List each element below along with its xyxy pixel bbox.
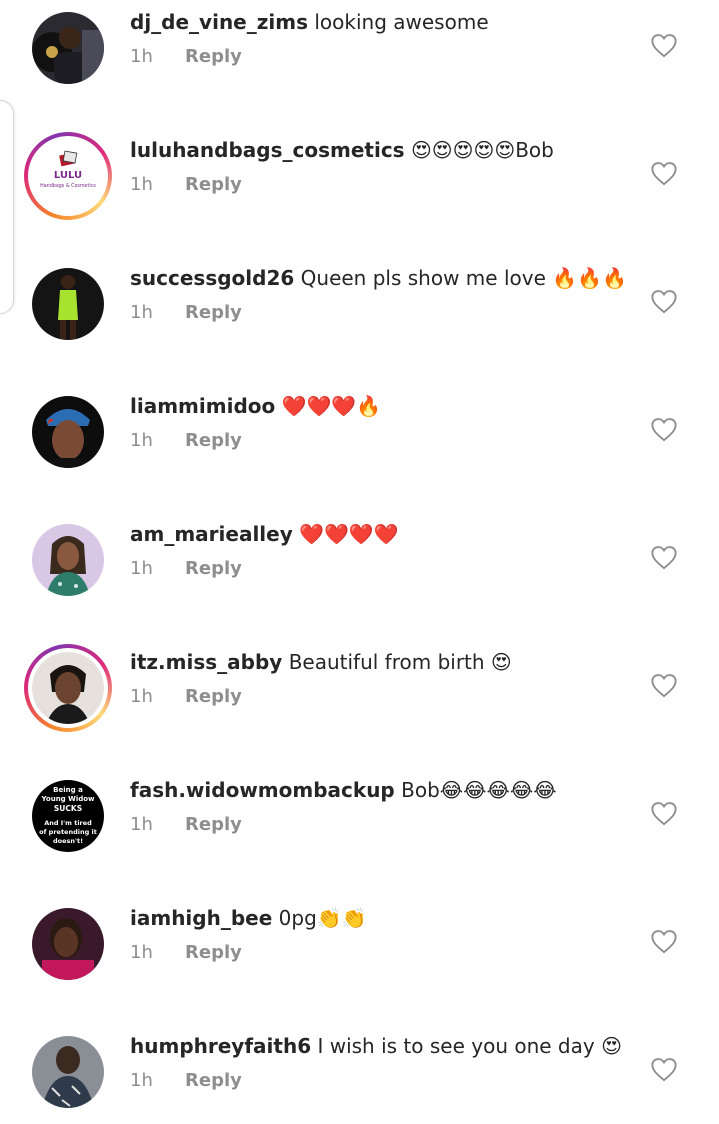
avatar[interactable] (32, 908, 104, 980)
comment-username[interactable]: fash.widowmombackup (130, 778, 395, 802)
comment-time: 1h (130, 814, 153, 835)
comment-item: iamhigh_bee 0pg👏👏 1h Reply (0, 896, 719, 996)
comment-time: 1h (130, 46, 153, 67)
reply-button[interactable]: Reply (185, 430, 242, 451)
comment-time: 1h (130, 558, 153, 579)
heart-icon[interactable] (650, 1056, 678, 1082)
comment-text: 😍😍😍😍😍Bob (410, 138, 554, 162)
comment-item: Being a Young Widow SUCKS And I'm tired … (0, 768, 719, 868)
heart-icon[interactable] (650, 416, 678, 442)
heart-icon[interactable] (650, 32, 678, 58)
comment-username[interactable]: liammimidoo (130, 394, 275, 418)
avatar: LULU Handbags & Cosmetics (32, 140, 104, 212)
heart-icon[interactable] (650, 160, 678, 186)
heart-icon[interactable] (650, 672, 678, 698)
avatar[interactable] (32, 396, 104, 468)
comment-text: 0pg👏👏 (278, 906, 367, 930)
comment-username[interactable]: luluhandbags_cosmetics (130, 138, 405, 162)
logo-title: LULU (54, 170, 82, 181)
comment-line: dj_de_vine_zims looking awesome (130, 8, 489, 36)
comment-text: I wish is to see you one day 😍 (317, 1034, 622, 1058)
comment-line: humphreyfaith6 I wish is to see you one … (130, 1032, 622, 1060)
reply-button[interactable]: Reply (185, 302, 242, 323)
reply-button[interactable]: Reply (185, 942, 242, 963)
avatar[interactable] (32, 1036, 104, 1108)
comment-line: luluhandbags_cosmetics 😍😍😍😍😍Bob (130, 136, 554, 164)
avatar[interactable] (32, 524, 104, 596)
comment-item: LULU Handbags & Cosmetics luluhandbags_c… (0, 128, 719, 228)
avatar-story-ring[interactable]: LULU Handbags & Cosmetics (24, 132, 112, 220)
avatar-text-line: Being a (53, 786, 83, 794)
comment-username[interactable]: am_mariealley (130, 522, 293, 546)
comment-line: itz.miss_abby Beautiful from birth 😍 (130, 648, 512, 676)
comment-username[interactable]: humphreyfaith6 (130, 1034, 311, 1058)
reply-button[interactable]: Reply (185, 174, 242, 195)
comment-time: 1h (130, 942, 153, 963)
comment-line: liammimidoo ❤️❤️❤️🔥 (130, 392, 381, 420)
avatar-story-ring[interactable] (24, 644, 112, 732)
comment-text: Bob😂😂😂😂😂 (401, 778, 557, 802)
avatar-text-line: Young Widow (40, 795, 95, 803)
reply-button[interactable]: Reply (185, 46, 242, 67)
comment-item: am_mariealley ❤️❤️❤️❤️ 1h Reply (0, 512, 719, 612)
comment-item: successgold26 Queen pls show me love 🔥🔥🔥… (0, 256, 719, 356)
comment-line: successgold26 Queen pls show me love 🔥🔥🔥 (130, 264, 627, 292)
heart-icon[interactable] (650, 928, 678, 954)
comment-line: am_mariealley ❤️❤️❤️❤️ (130, 520, 399, 548)
avatar-text-line: And I'm tired (44, 819, 92, 827)
comment-time: 1h (130, 686, 153, 707)
reply-button[interactable]: Reply (185, 686, 242, 707)
comment-time: 1h (130, 430, 153, 451)
comment-text: Queen pls show me love 🔥🔥🔥 (300, 266, 627, 290)
avatar[interactable] (32, 12, 104, 84)
comment-text: ❤️❤️❤️❤️ (299, 522, 399, 546)
avatar[interactable]: Being a Young Widow SUCKS And I'm tired … (32, 780, 104, 852)
reply-button[interactable]: Reply (185, 814, 242, 835)
comment-text: looking awesome (314, 10, 489, 34)
comment-line: iamhigh_bee 0pg👏👏 (130, 904, 367, 932)
comment-line: fash.widowmombackup Bob😂😂😂😂😂 (130, 776, 557, 804)
avatar-text-line: of pretending it (39, 828, 97, 836)
heart-icon[interactable] (650, 288, 678, 314)
comment-username[interactable]: iamhigh_bee (130, 906, 272, 930)
comment-item: dj_de_vine_zims looking awesome 1h Reply (0, 0, 719, 100)
avatar[interactable] (32, 268, 104, 340)
avatar-text-line: doesn't! (53, 837, 83, 845)
comment-username[interactable]: itz.miss_abby (130, 650, 282, 674)
reply-button[interactable]: Reply (185, 558, 242, 579)
comment-username[interactable]: successgold26 (130, 266, 294, 290)
logo-subtitle: Handbags & Cosmetics (40, 183, 96, 189)
avatar-text-line: SUCKS (54, 804, 82, 813)
comment-item: liammimidoo ❤️❤️❤️🔥 1h Reply (0, 384, 719, 484)
comment-time: 1h (130, 302, 153, 323)
comment-text: Beautiful from birth 😍 (288, 650, 512, 674)
comment-item: itz.miss_abby Beautiful from birth 😍 1h R… (0, 640, 719, 740)
comment-item: humphreyfaith6 I wish is to see you one … (0, 1024, 719, 1124)
avatar (32, 652, 104, 724)
heart-icon[interactable] (650, 800, 678, 826)
comment-username[interactable]: dj_de_vine_zims (130, 10, 308, 34)
comment-time: 1h (130, 174, 153, 195)
heart-icon[interactable] (650, 544, 678, 570)
comment-text: ❤️❤️❤️🔥 (281, 394, 382, 418)
